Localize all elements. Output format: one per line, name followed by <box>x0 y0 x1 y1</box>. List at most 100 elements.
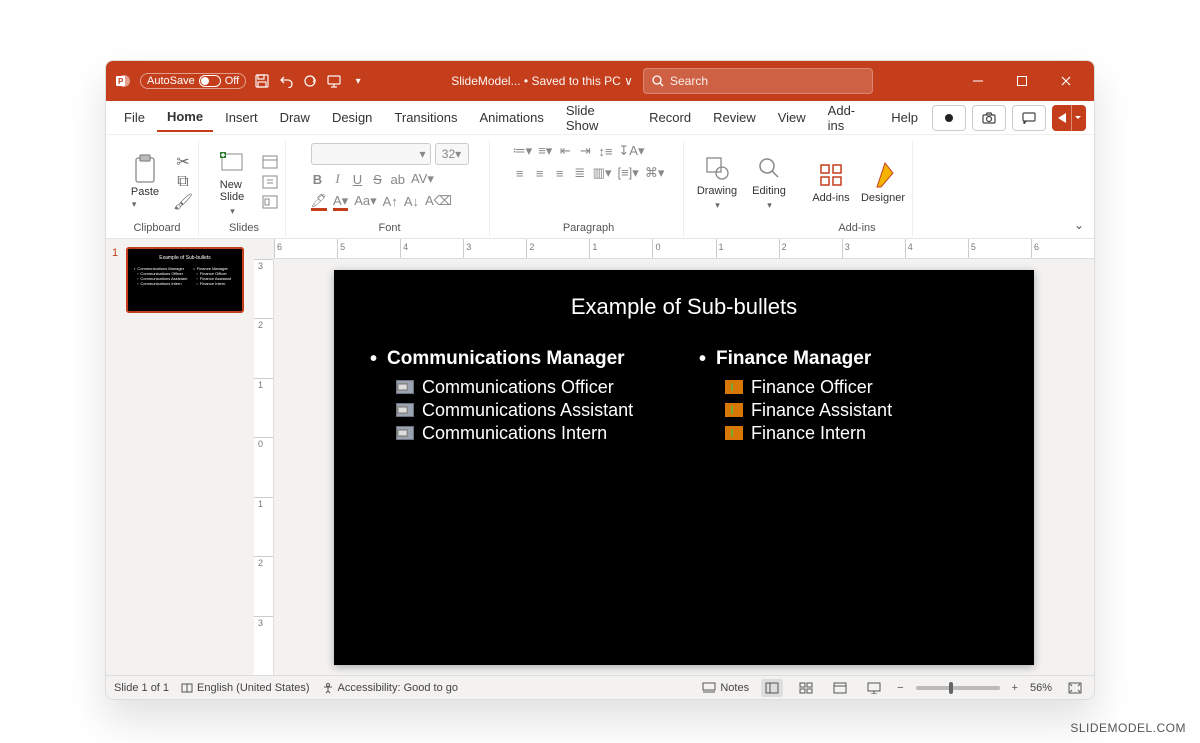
clear-formatting-button[interactable]: A⌫ <box>425 193 452 209</box>
tab-transitions[interactable]: Transitions <box>384 104 467 131</box>
change-case-button[interactable]: Aa▾ <box>354 193 376 209</box>
align-center-button[interactable]: ≡ <box>533 166 547 181</box>
group-label-font: Font <box>378 220 400 234</box>
copy-icon[interactable]: ⧉ <box>174 174 192 190</box>
redo-icon[interactable] <box>302 73 318 89</box>
picture-bullet-icon <box>396 426 414 440</box>
character-spacing-button[interactable]: AV▾ <box>411 171 434 187</box>
section-icon[interactable] <box>261 194 279 210</box>
line-spacing-button[interactable]: ↕≡ <box>598 144 612 159</box>
bullet-sub: Finance Intern <box>699 423 998 444</box>
drawing-button[interactable]: Drawing <box>694 153 740 211</box>
justify-button[interactable]: ≣ <box>573 165 587 181</box>
format-painter-icon[interactable]: 🖌 <box>174 194 192 210</box>
tab-record[interactable]: Record <box>639 104 701 131</box>
bullet-main: Finance Manager <box>699 348 998 371</box>
fit-window-button[interactable] <box>1064 679 1086 697</box>
addins-icon <box>816 160 846 190</box>
zoom-out-button[interactable]: − <box>897 682 903 694</box>
reading-view-button[interactable] <box>829 679 851 697</box>
slideshow-view-button[interactable] <box>863 679 885 697</box>
present-icon[interactable] <box>326 73 342 89</box>
font-color-button[interactable]: A▾ <box>333 193 348 209</box>
minimize-button[interactable] <box>958 61 998 101</box>
ribbon: Paste ✂ ⧉ 🖌 Clipboard <box>106 135 1094 239</box>
camera-button[interactable] <box>972 105 1006 131</box>
designer-button[interactable]: Designer <box>860 160 906 204</box>
slide-left-column[interactable]: Communications Manager Communications Of… <box>370 348 669 446</box>
svg-text:P: P <box>118 77 124 86</box>
zoom-level[interactable]: 56% <box>1030 682 1052 694</box>
ribbon-collapse-icon[interactable]: ⌄ <box>1074 218 1084 232</box>
highlight-button[interactable]: 🖊 <box>311 193 328 209</box>
notes-button[interactable]: Notes <box>702 682 749 694</box>
close-button[interactable] <box>1046 61 1086 101</box>
addins-button[interactable]: Add-ins <box>808 160 854 204</box>
shrink-font-button[interactable]: A↓ <box>404 194 419 209</box>
tab-draw[interactable]: Draw <box>270 104 320 131</box>
columns-button[interactable]: ▥▾ <box>593 165 612 181</box>
align-left-button[interactable]: ≡ <box>513 166 527 181</box>
tab-file[interactable]: File <box>114 104 155 131</box>
tab-view[interactable]: View <box>768 104 816 131</box>
text-direction-button[interactable]: ↧A▾ <box>618 143 644 159</box>
reset-icon[interactable] <box>261 174 279 190</box>
layout-icon[interactable] <box>261 154 279 170</box>
tab-addins[interactable]: Add-ins <box>818 97 880 139</box>
new-slide-button[interactable]: New Slide <box>209 147 255 217</box>
undo-icon[interactable] <box>278 73 294 89</box>
smartart-button[interactable]: ⌘▾ <box>645 165 665 181</box>
normal-view-button[interactable] <box>761 679 783 697</box>
language-status[interactable]: English (United States) <box>181 682 310 694</box>
tab-review[interactable]: Review <box>703 104 766 131</box>
italic-button[interactable]: I <box>331 171 345 187</box>
indent-increase-button[interactable]: ⇥ <box>578 143 592 159</box>
share-button[interactable] <box>1052 105 1086 131</box>
record-button[interactable] <box>932 105 966 131</box>
autosave-toggle[interactable]: AutoSave Off <box>140 73 246 89</box>
maximize-button[interactable] <box>1002 61 1042 101</box>
bullet-sub: Finance Officer <box>699 377 998 398</box>
strikethrough-button[interactable]: S <box>371 172 385 187</box>
tab-animations[interactable]: Animations <box>470 104 554 131</box>
watermark: SLIDEMODEL.COM <box>1070 721 1186 735</box>
grow-font-button[interactable]: A↑ <box>383 194 398 209</box>
sorter-view-button[interactable] <box>795 679 817 697</box>
slide-title[interactable]: Example of Sub-bullets <box>370 294 998 320</box>
picture-bullet-icon <box>725 403 743 417</box>
tab-home[interactable]: Home <box>157 103 213 132</box>
indent-decrease-button[interactable]: ⇤ <box>558 143 572 159</box>
zoom-slider[interactable] <box>916 686 1000 690</box>
font-size-combobox[interactable]: 32 ▾ <box>435 143 469 165</box>
save-icon[interactable] <box>254 73 270 89</box>
align-text-button[interactable]: [≡]▾ <box>617 165 638 181</box>
slide-right-column[interactable]: Finance Manager Finance Officer Finance … <box>699 348 998 446</box>
numbering-button[interactable]: ≡▾ <box>538 143 552 159</box>
tab-insert[interactable]: Insert <box>215 104 268 131</box>
tab-design[interactable]: Design <box>322 104 382 131</box>
font-name-combobox[interactable]: ▾ <box>311 143 431 165</box>
bold-button[interactable]: B <box>311 172 325 187</box>
bullets-button[interactable]: ≔▾ <box>513 143 533 159</box>
align-right-button[interactable]: ≡ <box>553 166 567 181</box>
qat-dropdown-icon[interactable]: ▾ <box>350 73 366 89</box>
zoom-in-button[interactable]: + <box>1012 682 1018 694</box>
search-input[interactable]: Search <box>643 68 873 94</box>
underline-button[interactable]: U <box>351 172 365 187</box>
slide-thumbnail-1[interactable]: Example of Sub-bullets Communications Ma… <box>126 247 244 313</box>
document-title[interactable]: SlideModel... • Saved to this PC ∨ <box>451 74 633 88</box>
cut-icon[interactable]: ✂ <box>174 154 192 170</box>
tab-help[interactable]: Help <box>881 104 928 131</box>
slide-count[interactable]: Slide 1 of 1 <box>114 682 169 694</box>
search-editing-icon <box>754 153 784 183</box>
editing-button[interactable]: Editing <box>746 153 792 211</box>
accessibility-status[interactable]: Accessibility: Good to go <box>322 682 458 694</box>
slide-canvas[interactable]: Example of Sub-bullets Communications Ma… <box>274 259 1094 675</box>
slide-1[interactable]: Example of Sub-bullets Communications Ma… <box>334 270 1034 665</box>
comments-button[interactable] <box>1012 105 1046 131</box>
thumbnail-panel[interactable]: 1 Example of Sub-bullets Communications … <box>106 239 254 675</box>
picture-bullet-icon <box>396 403 414 417</box>
tab-slide-show[interactable]: Slide Show <box>556 97 637 139</box>
paste-button[interactable]: Paste <box>122 154 168 210</box>
shadow-button[interactable]: ab <box>391 172 405 187</box>
